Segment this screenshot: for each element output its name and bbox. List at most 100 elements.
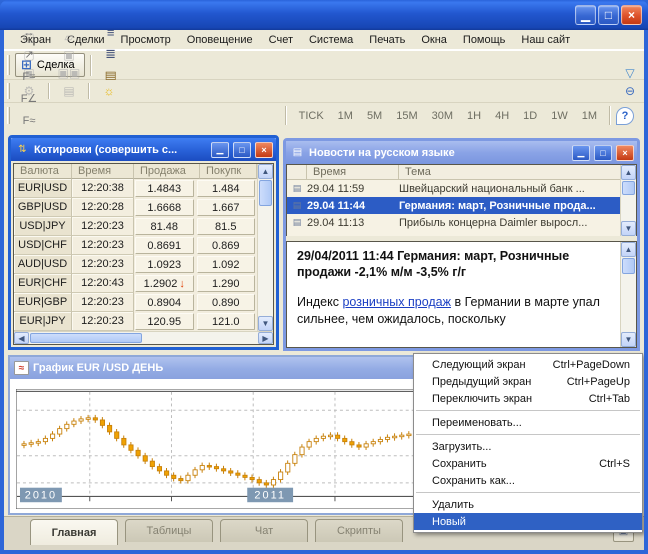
tab-главная[interactable]: Главная bbox=[30, 519, 118, 545]
quotes-maximize-button[interactable]: □ bbox=[233, 142, 251, 158]
minimize-button[interactable]: ▁ bbox=[575, 5, 596, 25]
context-menu-item-12[interactable]: Новый bbox=[414, 513, 642, 530]
ask-button[interactable]: 81.5 bbox=[197, 218, 256, 235]
news-row-2[interactable]: ▤29.04 11:44Германия: март, Розничные пр… bbox=[287, 197, 620, 214]
bid-button[interactable]: 81.48 bbox=[135, 218, 194, 235]
timeframe-button-tick-0[interactable]: TICK bbox=[296, 110, 327, 122]
scrollbar-thumb[interactable] bbox=[30, 333, 142, 343]
toolbar-grip[interactable] bbox=[7, 83, 10, 98]
timeframe-button-5m-2[interactable]: 5M bbox=[364, 110, 385, 122]
context-menu-item-11[interactable]: Удалить bbox=[414, 496, 642, 513]
zoom-out-icon[interactable]: ⊖ bbox=[618, 82, 642, 100]
timeframe-button-30m-4[interactable]: 30M bbox=[429, 110, 456, 122]
scrollbar-thumb[interactable] bbox=[259, 180, 272, 206]
fibo-lines-icon[interactable]: F= bbox=[17, 66, 41, 88]
menu-item-7[interactable]: Печать bbox=[361, 32, 413, 48]
quotes-row-usd-chf[interactable]: USD|CHF12:20:230.86910.869 bbox=[14, 236, 257, 255]
tab-таблицы[interactable]: Таблицы bbox=[125, 519, 213, 542]
context-menu-item-1[interactable]: Следующий экранCtrl+PageDown bbox=[414, 356, 642, 373]
news-row-1[interactable]: ▤29.04 11:59Швейцарский национальный бан… bbox=[287, 180, 620, 197]
ask-button[interactable]: 0.890 bbox=[197, 294, 256, 311]
timeframe-button-1m-1[interactable]: 1M bbox=[335, 110, 356, 122]
context-menu-item-3[interactable]: Переключить экранCtrl+Tab bbox=[414, 390, 642, 407]
timeframe-button-1h-5[interactable]: 1H bbox=[464, 110, 484, 122]
ask-button[interactable]: 1.290 bbox=[197, 275, 256, 292]
horizontal-line-icon[interactable]: ↔ bbox=[17, 30, 41, 44]
quotes-row-gbp-usd[interactable]: GBP|USD12:20:281.66681.667 bbox=[14, 198, 257, 217]
bid-button[interactable]: 120.95 bbox=[135, 313, 194, 330]
article-scrollbar[interactable]: ▲ ▼ bbox=[620, 242, 636, 347]
quotes-horizontal-scrollbar[interactable]: ◀ ▶ bbox=[14, 331, 273, 344]
scroll-right-icon[interactable]: ▶ bbox=[258, 332, 273, 344]
toolbar-grip[interactable] bbox=[7, 55, 10, 75]
bid-button[interactable]: 1.6668 bbox=[135, 199, 194, 216]
lightbulb-icon[interactable]: ☼ bbox=[97, 82, 121, 100]
copy-icon[interactable]: ▤ bbox=[57, 82, 81, 100]
ask-button[interactable]: 0.869 bbox=[197, 237, 256, 254]
scroll-up-icon[interactable]: ▲ bbox=[621, 165, 636, 180]
menu-item-8[interactable]: Окна bbox=[413, 32, 455, 48]
bid-button[interactable]: 1.4843 bbox=[135, 180, 194, 197]
ask-button[interactable]: 1.667 bbox=[197, 199, 256, 216]
scroll-up-icon[interactable]: ▲ bbox=[621, 242, 636, 257]
positions-icon[interactable]: ≣ bbox=[99, 43, 123, 65]
save-all-icon[interactable]: ▣▣ bbox=[57, 64, 81, 82]
quotes-row-eur-gbp[interactable]: EUR|GBP12:20:230.89040.890 bbox=[14, 293, 257, 312]
scrollbar-thumb[interactable] bbox=[622, 181, 635, 195]
quotes-row-eur-usd[interactable]: EUR|USD12:20:381.48431.484 bbox=[14, 179, 257, 198]
bid-button[interactable]: 1.2902↓ bbox=[135, 275, 194, 292]
quotes-row-eur-jpy[interactable]: EUR|JPY12:20:23120.95121.0 bbox=[14, 312, 257, 331]
timeframe-button-1d-7[interactable]: 1D bbox=[520, 110, 540, 122]
scroll-down-icon[interactable]: ▼ bbox=[258, 316, 273, 331]
timeframe-button-4h-6[interactable]: 4H bbox=[492, 110, 512, 122]
menu-item-6[interactable]: Система bbox=[301, 32, 361, 48]
ask-button[interactable]: 121.0 bbox=[197, 313, 256, 330]
timeframe-button-15m-3[interactable]: 15M bbox=[393, 110, 420, 122]
scroll-left-icon[interactable]: ◀ bbox=[14, 332, 29, 344]
help-icon[interactable]: ? bbox=[616, 107, 634, 125]
save-icon[interactable]: ▣ bbox=[57, 46, 81, 64]
quotes-row-usd-jpy[interactable]: USD|JPY12:20:2381.4881.5 bbox=[14, 217, 257, 236]
close-button[interactable]: × bbox=[621, 5, 642, 25]
news-minimize-button[interactable]: ▁ bbox=[572, 145, 590, 161]
tab-скрипты[interactable]: Скрипты bbox=[315, 519, 403, 542]
scroll-up-icon[interactable]: ▲ bbox=[258, 164, 273, 179]
scroll-down-icon[interactable]: ▼ bbox=[621, 332, 636, 347]
context-menu-item-2[interactable]: Предыдущий экранCtrl+PageUp bbox=[414, 373, 642, 390]
menu-item-5[interactable]: Счет bbox=[261, 32, 301, 48]
news-row-3[interactable]: ▤29.04 11:13Прибыль концерна Daimler выр… bbox=[287, 214, 620, 231]
context-menu-item-7[interactable]: Загрузить... bbox=[414, 438, 642, 455]
bid-button[interactable]: 1.0923 bbox=[135, 256, 194, 273]
ask-button[interactable]: 1.092 bbox=[197, 256, 256, 273]
timeframe-button-1w-8[interactable]: 1W bbox=[548, 110, 571, 122]
fibo-fan-icon[interactable]: F∠ bbox=[17, 88, 41, 110]
menu-item-4[interactable]: Оповещение bbox=[179, 32, 261, 48]
scroll-down-icon[interactable]: ▼ bbox=[621, 221, 636, 236]
news-list-scrollbar[interactable]: ▲ ▼ bbox=[620, 165, 636, 236]
orders-list-icon[interactable]: ≡ bbox=[99, 30, 123, 43]
toolbar-grip[interactable] bbox=[7, 107, 10, 125]
maximize-button[interactable]: □ bbox=[598, 5, 619, 25]
trend-line-icon[interactable]: ↗ bbox=[17, 44, 41, 66]
ask-button[interactable]: 1.484 bbox=[197, 180, 256, 197]
filter-icon[interactable]: ▽ bbox=[618, 64, 642, 82]
menu-item-9[interactable]: Помощь bbox=[455, 32, 514, 48]
bid-button[interactable]: 0.8691 bbox=[135, 237, 194, 254]
quotes-minimize-button[interactable]: ▁ bbox=[211, 142, 229, 158]
context-menu-item-8[interactable]: СохранитьCtrl+S bbox=[414, 455, 642, 472]
news-maximize-button[interactable]: □ bbox=[594, 145, 612, 161]
main-titlebar[interactable]: ▁ □ × bbox=[0, 0, 648, 30]
quotes-close-button[interactable]: × bbox=[255, 142, 273, 158]
quotes-row-aud-usd[interactable]: AUD|USD12:20:231.09231.092 bbox=[14, 255, 257, 274]
quotes-row-eur-chf[interactable]: EUR|CHF12:20:431.2902↓1.290 bbox=[14, 274, 257, 293]
open-folder-icon[interactable]: ▱ bbox=[57, 30, 81, 46]
tab-чат[interactable]: Чат bbox=[220, 519, 308, 542]
quotes-vertical-scrollbar[interactable]: ▲ ▼ bbox=[257, 164, 273, 331]
menu-item-10[interactable]: Наш сайт bbox=[513, 32, 578, 48]
bid-button[interactable]: 0.8904 bbox=[135, 294, 194, 311]
news-titlebar[interactable]: ▤ Новости на русском языке ▁ □ × bbox=[286, 141, 637, 164]
quotes-titlebar[interactable]: ⇅ Котировки (совершить с... ▁ □ × bbox=[11, 138, 276, 161]
context-menu-item-9[interactable]: Сохранить как... bbox=[414, 472, 642, 489]
context-menu-item-5[interactable]: Переименовать... bbox=[414, 414, 642, 431]
article-link[interactable]: розничных продаж bbox=[342, 295, 451, 309]
